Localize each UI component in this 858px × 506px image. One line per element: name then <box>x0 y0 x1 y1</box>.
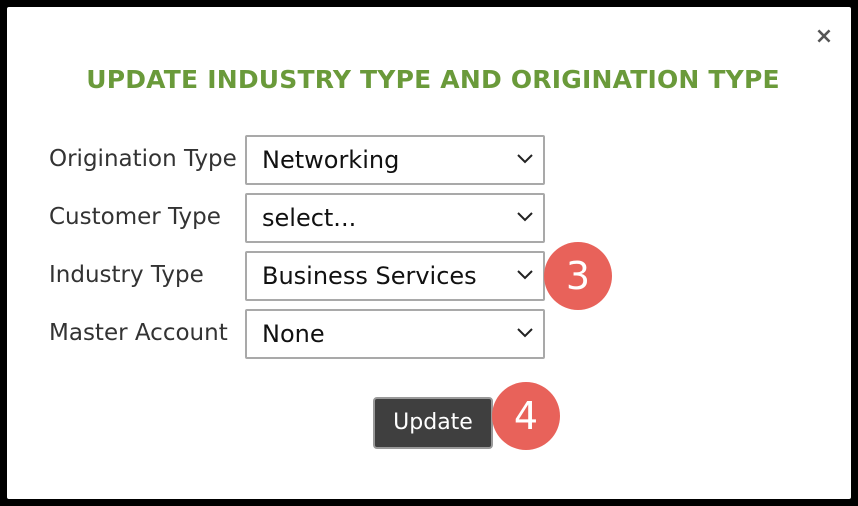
chevron-down-icon <box>517 212 533 222</box>
modal-dialog: × UPDATE INDUSTRY TYPE AND ORIGINATION T… <box>7 7 851 499</box>
chevron-down-icon <box>517 154 533 164</box>
dialog-title: UPDATE INDUSTRY TYPE AND ORIGINATION TYP… <box>86 65 780 94</box>
origination-type-label: Origination Type <box>49 146 237 172</box>
chevron-down-icon <box>517 270 533 280</box>
origination-type-select[interactable]: Networking <box>245 135 545 185</box>
master-account-value: None <box>262 320 325 348</box>
step-badge-3: 3 <box>544 242 612 310</box>
chevron-down-icon <box>517 328 533 338</box>
close-icon[interactable]: × <box>813 26 835 48</box>
industry-type-label: Industry Type <box>49 262 204 288</box>
update-button[interactable]: Update <box>373 397 493 449</box>
industry-type-select[interactable]: Business Services <box>245 251 545 301</box>
master-account-select[interactable]: None <box>245 309 545 359</box>
customer-type-select[interactable]: select... <box>245 193 545 243</box>
step-badge-4: 4 <box>492 382 560 450</box>
customer-type-value: select... <box>262 204 357 232</box>
master-account-label: Master Account <box>49 320 228 346</box>
industry-type-value: Business Services <box>262 262 477 290</box>
customer-type-label: Customer Type <box>49 204 221 230</box>
origination-type-value: Networking <box>262 146 400 174</box>
